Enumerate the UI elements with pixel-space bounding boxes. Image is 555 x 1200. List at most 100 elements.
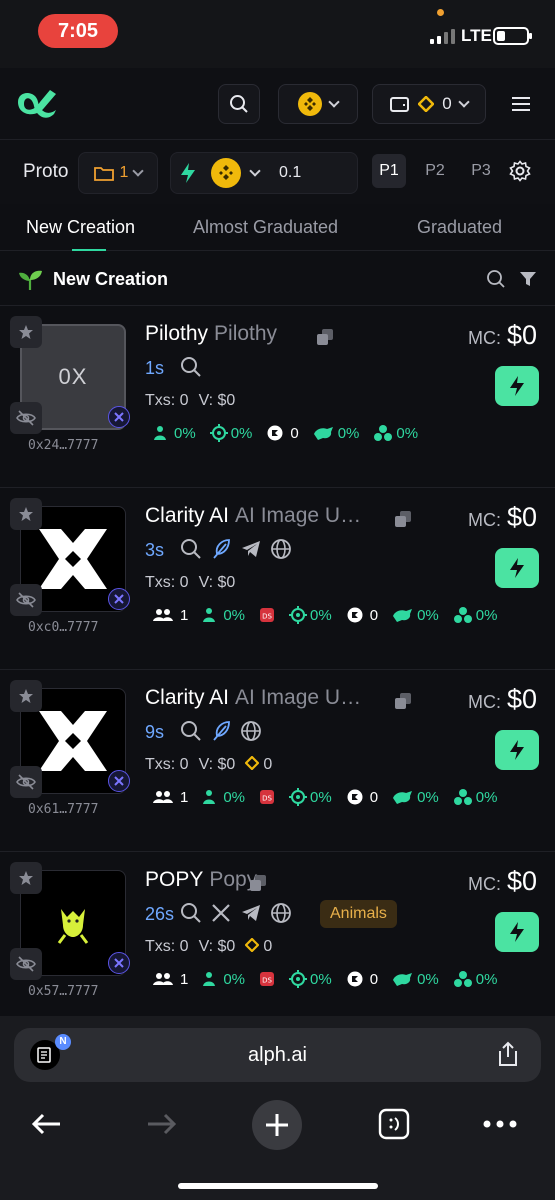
protocol-label[interactable]: Proto (23, 161, 70, 183)
sprout-icon (19, 270, 42, 290)
snipers-stat: 0% (289, 606, 332, 624)
token-card[interactable]: 0x57…7777 POPY Popy MC: $0 26s Txs: 0 V: $0… (0, 852, 555, 1034)
quick-buy-button[interactable] (495, 366, 539, 406)
token-card[interactable]: 0xc0…7777 Clarity AI AI Image U… MC: $0 3s… (0, 488, 555, 670)
more-button[interactable] (476, 1100, 524, 1148)
feather-icon[interactable] (210, 538, 234, 562)
x-icon[interactable] (210, 902, 234, 926)
menu-button[interactable] (500, 84, 542, 124)
protocol-filter[interactable]: 1 (78, 152, 158, 194)
address-bar[interactable]: alph.ai N (14, 1028, 541, 1082)
insiders-stat: 0% (453, 788, 497, 806)
hide-button[interactable] (10, 948, 42, 980)
favorite-button[interactable] (10, 498, 42, 530)
bundles-stat: 0 (346, 788, 378, 806)
holders-stat: 1 (153, 971, 188, 988)
token-volume: V: $0 (198, 392, 236, 409)
feather-icon[interactable] (210, 720, 234, 744)
market-cap-label: MC: (467, 692, 501, 712)
new-tab-button[interactable] (252, 1100, 302, 1150)
search-icon[interactable] (180, 356, 204, 380)
token-name: Pilothy (145, 322, 209, 345)
telegram-icon[interactable] (240, 902, 264, 926)
search-button[interactable] (218, 84, 260, 124)
token-name-row[interactable]: Pilothy Pilothy (145, 322, 277, 346)
preset-tab-p1[interactable]: P1 (372, 154, 406, 188)
quick-buy-amount[interactable]: 0.1 (279, 164, 301, 182)
quick-buy-button[interactable] (495, 730, 539, 770)
copy-icon[interactable] (394, 692, 412, 710)
search-icon[interactable] (180, 720, 204, 744)
gear-icon[interactable] (509, 160, 531, 182)
quick-buy-button[interactable] (495, 548, 539, 588)
copy-icon[interactable] (249, 874, 267, 892)
copy-icon[interactable] (394, 510, 412, 528)
active-tab-indicator (72, 249, 106, 251)
market-cap-value: $0 (506, 866, 537, 896)
tab-graduated[interactable]: Graduated (417, 217, 502, 238)
telegram-icon[interactable] (240, 538, 264, 562)
globe-icon[interactable] (240, 720, 264, 744)
home-indicator (178, 1183, 378, 1189)
token-name-row[interactable]: POPY Popy (145, 868, 257, 892)
search-icon[interactable] (180, 902, 204, 926)
wallet-button[interactable]: 0 (372, 84, 486, 124)
top10-stat: 0% (153, 425, 196, 442)
search-icon[interactable] (180, 538, 204, 562)
market-cap-label: MC: (467, 510, 501, 530)
market-cap-label: MC: (467, 328, 501, 348)
alph-logo-icon[interactable] (10, 82, 60, 122)
hide-button[interactable] (10, 766, 42, 798)
favorite-button[interactable] (10, 316, 42, 348)
url-text[interactable]: alph.ai (14, 1028, 541, 1082)
folder-icon (93, 167, 114, 181)
chain-selector[interactable] (278, 84, 358, 124)
back-button[interactable] (22, 1100, 70, 1148)
star-icon (19, 325, 33, 339)
filter-icon[interactable] (519, 270, 537, 288)
copy-icon[interactable] (316, 328, 334, 346)
tab-almost-graduated[interactable]: Almost Graduated (193, 217, 338, 238)
share-icon[interactable] (496, 1041, 520, 1067)
ellipsis-icon (483, 1120, 517, 1128)
preset-tab-p3[interactable]: P3 (464, 154, 498, 188)
token-name-row[interactable]: Clarity AI AI Image U… (145, 686, 361, 710)
status-time: 7:05 (38, 14, 118, 48)
tx-count: Txs: 0 (145, 574, 189, 591)
insiders-stat: 0% (453, 606, 497, 624)
token-address[interactable]: 0x61…7777 (28, 802, 98, 817)
bundles-stat: 0 (266, 424, 299, 442)
quick-buy-chip[interactable]: 0.1 (170, 152, 358, 194)
token-card[interactable]: 0x61…7777 Clarity AI AI Image U… MC: $0 9s… (0, 670, 555, 852)
token-stats: 1 0% DS 0% 0 0% 0% (153, 968, 497, 990)
token-address[interactable]: 0x24…7777 (28, 438, 98, 453)
token-address[interactable]: 0x57…7777 (28, 984, 98, 999)
globe-icon[interactable] (270, 902, 294, 926)
search-icon[interactable] (486, 269, 506, 289)
token-age: 3s (145, 540, 165, 560)
token-name-row[interactable]: Clarity AI AI Image U… (145, 504, 361, 528)
signal-icon (430, 28, 455, 44)
token-age: 9s (145, 722, 165, 742)
token-stats: 0% 0% 0 0% 0% (153, 422, 418, 444)
forward-button[interactable] (138, 1100, 186, 1148)
category-tabs: New Creation Almost Graduated Graduated (0, 205, 555, 251)
globe-icon[interactable] (270, 538, 294, 562)
bnb-small-icon (244, 755, 260, 771)
top10-stat: 0% (202, 607, 245, 624)
tab-new-creation[interactable]: New Creation (26, 217, 135, 238)
quick-buy-button[interactable] (495, 912, 539, 952)
holders-stat: 1 (153, 607, 188, 624)
favorite-button[interactable] (10, 862, 42, 894)
hide-button[interactable] (10, 584, 42, 616)
hide-button[interactable] (10, 402, 42, 434)
market-cap: MC: $0 (468, 684, 537, 715)
token-activity: Txs: 0 V: $0 (145, 574, 235, 592)
tabs-button[interactable] (370, 1100, 418, 1148)
token-card[interactable]: 0X 0x24…7777 Pilothy Pilothy MC: $0 1s Txs… (0, 306, 555, 488)
favorite-button[interactable] (10, 680, 42, 712)
tabs-icon (378, 1108, 410, 1140)
dev-stat: 0% (392, 789, 439, 806)
preset-tab-p2[interactable]: P2 (418, 154, 452, 188)
token-address[interactable]: 0xc0…7777 (28, 620, 98, 635)
